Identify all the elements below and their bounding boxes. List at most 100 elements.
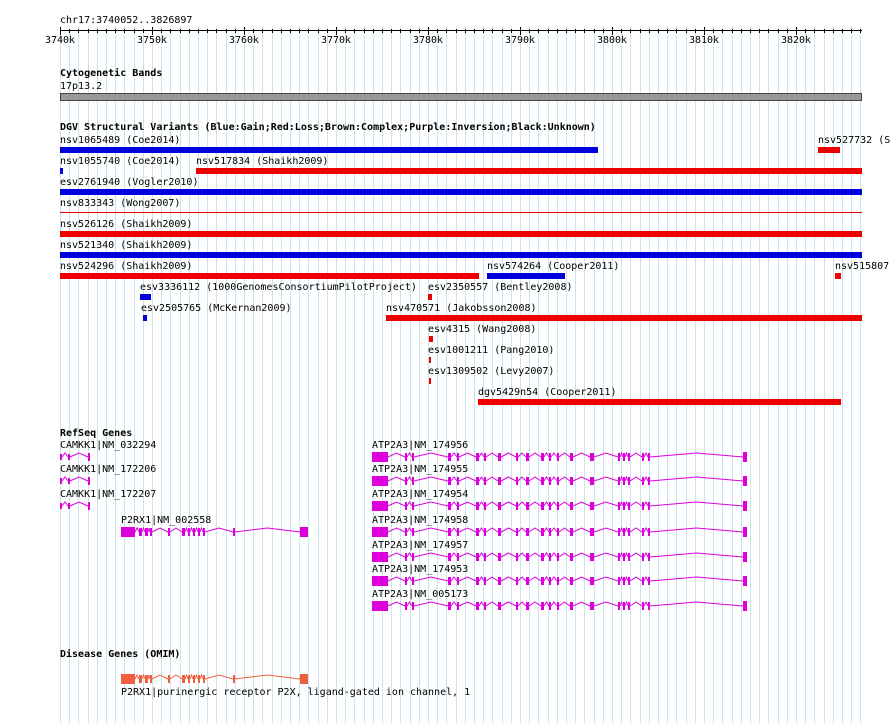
- exon-block[interactable]: [448, 528, 451, 536]
- exon-block[interactable]: [412, 577, 414, 585]
- exon-block[interactable]: [448, 453, 451, 461]
- exon-block[interactable]: [188, 528, 190, 536]
- exon-block[interactable]: [648, 477, 650, 485]
- exon-block[interactable]: [405, 602, 407, 610]
- exon-block[interactable]: [145, 675, 148, 683]
- exon-block[interactable]: [557, 502, 559, 510]
- exon-block[interactable]: [590, 502, 594, 510]
- exon-block[interactable]: [88, 477, 90, 485]
- exon-block[interactable]: [412, 453, 414, 461]
- exon-block[interactable]: [549, 528, 551, 536]
- exon-block[interactable]: [590, 453, 594, 461]
- exon-block[interactable]: [88, 502, 90, 510]
- exon-block[interactable]: [476, 602, 479, 610]
- exon-block[interactable]: [484, 528, 486, 536]
- exon-block[interactable]: [570, 553, 573, 561]
- exon-block[interactable]: [198, 528, 200, 536]
- exon-block[interactable]: [549, 502, 551, 510]
- exon-block[interactable]: [642, 528, 644, 536]
- exon-block[interactable]: [372, 501, 388, 511]
- exon-block[interactable]: [372, 576, 388, 586]
- exon-block[interactable]: [570, 528, 573, 536]
- exon-block[interactable]: [88, 453, 90, 461]
- exon-block[interactable]: [476, 502, 479, 510]
- exon-block[interactable]: [516, 553, 518, 561]
- exon-block[interactable]: [412, 477, 414, 485]
- exon-block[interactable]: [648, 502, 650, 510]
- exon-block[interactable]: [642, 502, 644, 510]
- exon-block[interactable]: [457, 453, 459, 461]
- exon-block[interactable]: [618, 577, 620, 585]
- exon-block[interactable]: [193, 528, 195, 536]
- exon-block[interactable]: [68, 503, 70, 509]
- exon-block[interactable]: [139, 675, 142, 683]
- exon-block[interactable]: [541, 477, 544, 485]
- exon-block[interactable]: [590, 602, 594, 610]
- exon-block[interactable]: [623, 477, 625, 485]
- exon-block[interactable]: [526, 577, 529, 585]
- exon-block[interactable]: [541, 577, 544, 585]
- exon-block[interactable]: [648, 453, 650, 461]
- exon-block[interactable]: [412, 602, 414, 610]
- exon-block[interactable]: [618, 602, 620, 610]
- exon-block[interactable]: [526, 477, 529, 485]
- exon-block[interactable]: [618, 553, 620, 561]
- exon-block[interactable]: [743, 527, 747, 537]
- exon-block[interactable]: [372, 452, 388, 462]
- exon-block[interactable]: [743, 452, 747, 462]
- exon-block[interactable]: [405, 477, 407, 485]
- exon-block[interactable]: [448, 577, 451, 585]
- exon-block[interactable]: [60, 503, 62, 509]
- exon-block[interactable]: [476, 553, 479, 561]
- exon-block[interactable]: [623, 528, 625, 536]
- exon-block[interactable]: [743, 476, 747, 486]
- exon-block[interactable]: [648, 528, 650, 536]
- exon-block[interactable]: [541, 553, 544, 561]
- exon-block[interactable]: [457, 577, 459, 585]
- exon-block[interactable]: [60, 454, 62, 460]
- exon-block[interactable]: [203, 675, 205, 683]
- exon-block[interactable]: [623, 502, 625, 510]
- exon-block[interactable]: [484, 477, 486, 485]
- exon-block[interactable]: [448, 477, 451, 485]
- exon-block[interactable]: [590, 477, 594, 485]
- exon-block[interactable]: [484, 553, 486, 561]
- exon-block[interactable]: [68, 454, 70, 460]
- exon-block[interactable]: [150, 528, 152, 536]
- exon-block[interactable]: [300, 674, 308, 684]
- exon-block[interactable]: [618, 453, 620, 461]
- exon-block[interactable]: [68, 478, 70, 484]
- exon-block[interactable]: [484, 453, 486, 461]
- exon-block[interactable]: [590, 553, 594, 561]
- exon-block[interactable]: [145, 528, 148, 536]
- exon-block[interactable]: [405, 577, 407, 585]
- exon-block[interactable]: [648, 577, 650, 585]
- exon-block[interactable]: [476, 453, 479, 461]
- exon-block[interactable]: [648, 553, 650, 561]
- exon-block[interactable]: [405, 453, 407, 461]
- exon-block[interactable]: [182, 675, 185, 683]
- exon-block[interactable]: [476, 577, 479, 585]
- exon-block[interactable]: [623, 577, 625, 585]
- exon-block[interactable]: [484, 502, 486, 510]
- exon-block[interactable]: [618, 528, 620, 536]
- exon-block[interactable]: [372, 527, 388, 537]
- exon-block[interactable]: [498, 553, 501, 561]
- exon-block[interactable]: [526, 602, 529, 610]
- exon-block[interactable]: [182, 528, 185, 536]
- exon-block[interactable]: [203, 528, 205, 536]
- exon-block[interactable]: [372, 476, 388, 486]
- exon-block[interactable]: [139, 528, 142, 536]
- exon-block[interactable]: [642, 553, 644, 561]
- exon-block[interactable]: [448, 553, 451, 561]
- exon-block[interactable]: [498, 528, 501, 536]
- exon-block[interactable]: [498, 453, 501, 461]
- exon-block[interactable]: [498, 477, 501, 485]
- exon-block[interactable]: [168, 528, 170, 536]
- exon-block[interactable]: [557, 477, 559, 485]
- exon-block[interactable]: [457, 553, 459, 561]
- exon-block[interactable]: [557, 602, 559, 610]
- exon-block[interactable]: [623, 553, 625, 561]
- exon-block[interactable]: [457, 602, 459, 610]
- exon-block[interactable]: [623, 602, 625, 610]
